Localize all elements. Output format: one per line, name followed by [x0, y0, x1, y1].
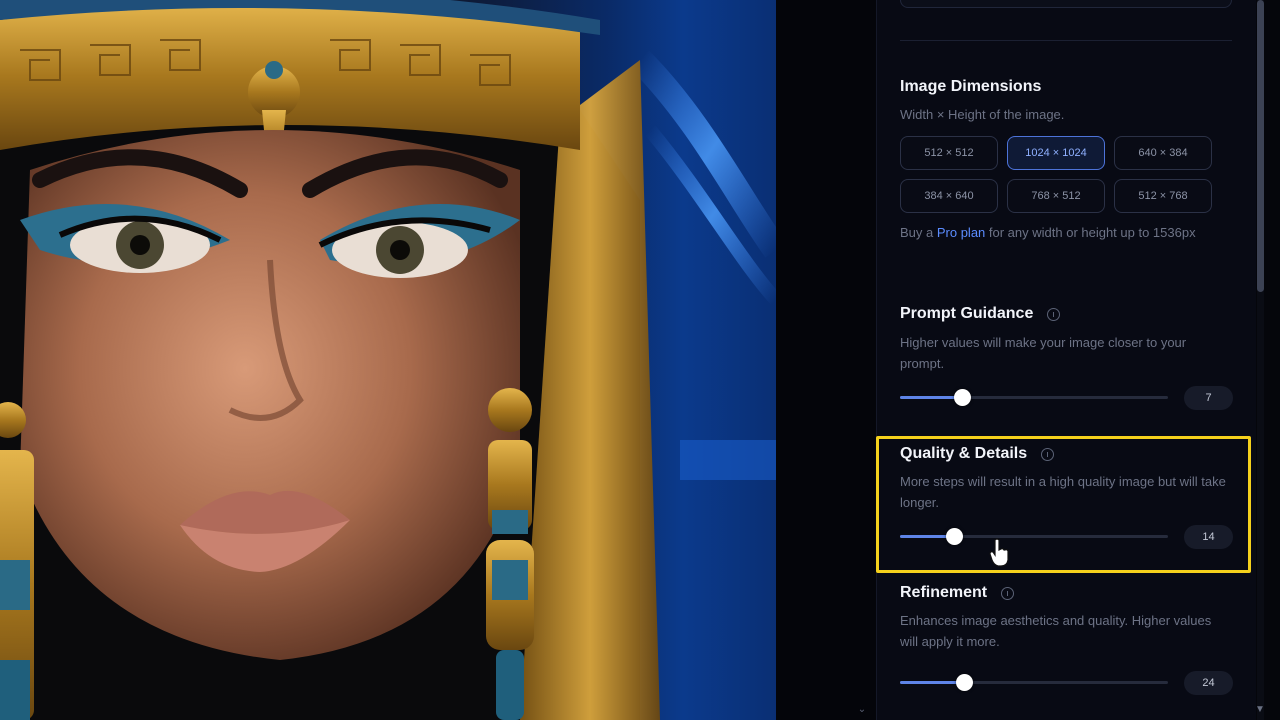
quality-details-value[interactable]: 14	[1184, 525, 1233, 549]
image-dimensions-title-text: Image Dimensions	[900, 78, 1042, 95]
panel-gutter	[776, 0, 876, 720]
image-dimensions-description: Width × Height of the image.	[900, 107, 1065, 122]
dimension-option-640x384[interactable]: 640 × 384	[1114, 136, 1212, 170]
prompt-guidance-title-text: Prompt Guidance	[900, 305, 1034, 322]
dimension-option-512x512[interactable]: 512 × 512	[900, 136, 998, 170]
prompt-guidance-value[interactable]: 7	[1184, 386, 1233, 410]
scroll-down-icon[interactable]: ▼	[1254, 704, 1266, 716]
pro-plan-note: Buy a Pro plan for any width or height u…	[900, 222, 1230, 243]
slider-thumb[interactable]	[954, 389, 971, 406]
refinement-title-text: Refinement	[900, 584, 988, 601]
quality-details-title: Quality & Details	[900, 445, 1055, 463]
prompt-guidance-slider[interactable]	[900, 389, 1168, 406]
help-icon[interactable]	[1041, 447, 1055, 461]
dimension-option-512x768[interactable]: 512 × 768	[1114, 179, 1212, 213]
pro-plan-note-suffix: for any width or height up to 1536px	[985, 225, 1196, 240]
scrollbar-thumb[interactable]	[1257, 0, 1264, 292]
dimension-option-384x640[interactable]: 384 × 640	[900, 179, 998, 213]
slider-fill	[900, 396, 962, 399]
quality-details-title-text: Quality & Details	[900, 445, 1028, 462]
refinement-description: Enhances image aesthetics and quality. H…	[900, 613, 1212, 649]
slider-thumb[interactable]	[956, 674, 973, 691]
section-divider	[900, 40, 1232, 41]
refinement-slider[interactable]	[900, 674, 1168, 691]
help-icon[interactable]	[1047, 307, 1061, 321]
pro-plan-note-prefix: Buy a	[900, 225, 937, 240]
pro-plan-link[interactable]: Pro plan	[937, 225, 985, 240]
panel-scrollbar[interactable]	[1257, 0, 1264, 720]
refinement-title: Refinement	[900, 584, 1015, 602]
refinement-value[interactable]: 24	[1184, 671, 1233, 695]
generated-image	[0, 0, 776, 720]
portrait-illustration	[0, 0, 776, 720]
quality-details-description: More steps will result in a high quality…	[900, 474, 1226, 510]
dimension-option-1024x1024[interactable]: 1024 × 1024	[1007, 136, 1105, 170]
quality-details-slider[interactable]	[900, 528, 1168, 545]
image-dimensions-title: Image Dimensions	[900, 78, 1041, 96]
previous-input-field[interactable]	[900, 0, 1232, 8]
prompt-guidance-description: Higher values will make your image close…	[900, 335, 1187, 371]
slider-thumb[interactable]	[946, 528, 963, 545]
chevron-down-icon[interactable]: ⌄	[856, 704, 868, 716]
prompt-guidance-title: Prompt Guidance	[900, 305, 1061, 323]
slider-fill	[900, 681, 964, 684]
help-icon[interactable]	[1001, 586, 1015, 600]
dimension-option-768x512[interactable]: 768 × 512	[1007, 179, 1105, 213]
